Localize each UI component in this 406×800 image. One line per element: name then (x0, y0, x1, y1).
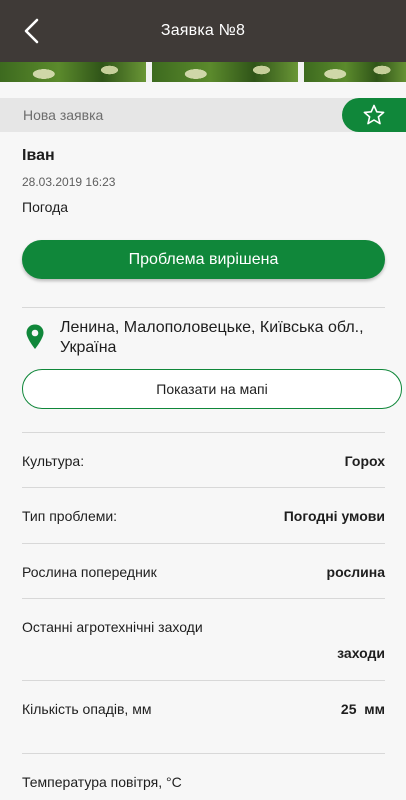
problem-resolved-button[interactable]: Проблема вирішена (22, 240, 385, 279)
detail-label-crop: Культура: (22, 453, 85, 469)
detail-value-previous-crop: рослина (326, 564, 385, 580)
show-on-map-button[interactable]: Показати на мапі (22, 369, 402, 409)
status-label: Нова заявка (23, 107, 104, 123)
detail-label-problem-type: Тип проблеми: (22, 508, 118, 524)
divider (22, 753, 385, 754)
detail-value-agro-measures: заходи (337, 645, 385, 661)
detail-label-precipitation: Кількість опадів, мм (22, 701, 152, 717)
detail-value-crop: Горох (344, 453, 385, 469)
address-text: Ленина, Малополовецьке, Київська обл., У… (60, 319, 364, 356)
divider (22, 307, 385, 308)
divider (22, 680, 385, 681)
top-app-bar: Заявка №8 (0, 0, 406, 62)
map-pin-icon (26, 324, 44, 349)
detail-label-previous-crop: Рослина попередник (22, 564, 157, 580)
divider (22, 598, 385, 599)
favorite-button[interactable] (342, 98, 406, 132)
photo-thumbnail[interactable] (152, 62, 298, 82)
chevron-left-icon (24, 18, 39, 44)
star-outline-icon (363, 104, 385, 125)
request-category: Погода (22, 199, 69, 215)
divider (22, 432, 385, 433)
photo-thumbnail[interactable] (0, 62, 146, 82)
photo-thumbnail[interactable] (304, 62, 406, 82)
back-button[interactable] (14, 14, 48, 48)
author-name: Іван (22, 147, 55, 164)
detail-label-air-temperature: Температура повітря, °С (22, 774, 182, 790)
photo-gallery[interactable] (0, 62, 406, 82)
request-date: 28.03.2019 16:23 (22, 175, 116, 189)
divider (22, 487, 385, 488)
detail-value-problem-type: Погодні умови (283, 508, 385, 524)
divider (22, 543, 385, 544)
detail-label-agro-measures: Останні агротехнічні заходи (22, 619, 203, 635)
detail-value-precipitation: 25 мм (340, 701, 385, 717)
page-title: Заявка №8 (160, 22, 246, 39)
